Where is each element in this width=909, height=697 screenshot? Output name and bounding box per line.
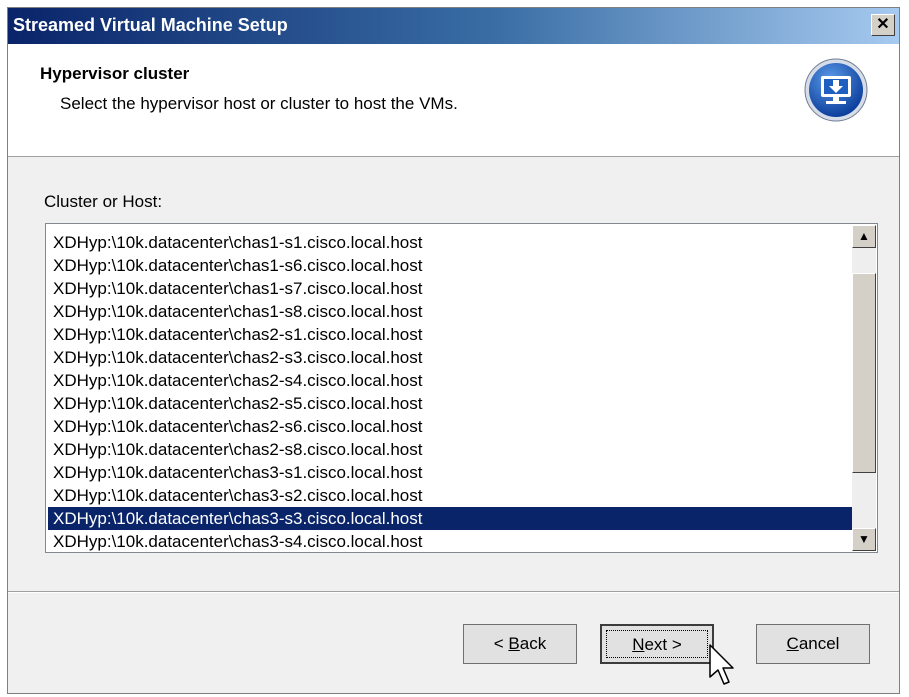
cancel-button[interactable]: Cancel — [756, 624, 870, 664]
back-button[interactable]: < Back — [463, 624, 577, 664]
list-item[interactable]: XDHyp:\10k.datacenter\chas2-s3.cisco.loc… — [48, 346, 852, 369]
close-button[interactable]: ✕ — [871, 14, 895, 36]
list-item[interactable]: XDHyp:\10k.datacenter\chas2-s4.cisco.loc… — [48, 369, 852, 392]
window-title: Streamed Virtual Machine Setup — [13, 15, 288, 35]
arrow-down-icon: ▼ — [858, 532, 870, 546]
vertical-scrollbar[interactable]: ▲ ▼ — [852, 225, 876, 551]
close-icon: ✕ — [876, 16, 890, 33]
wizard-header: Hypervisor cluster Select the hypervisor… — [8, 44, 899, 157]
mouse-pointer-icon — [709, 644, 734, 685]
cluster-host-listbox[interactable]: XDHyp:\10k.datacenter\chas1-s1.cisco.loc… — [45, 223, 878, 553]
setup-dialog: Streamed Virtual Machine Setup ✕ Hypervi… — [7, 7, 900, 694]
scroll-up-button[interactable]: ▲ — [852, 225, 876, 248]
cluster-host-label: Cluster or Host: — [44, 192, 163, 211]
list-item[interactable]: XDHyp:\10k.datacenter\chas1-s7.cisco.loc… — [48, 277, 852, 300]
list-item[interactable]: XDHyp:\10k.datacenter\chas3-s2.cisco.loc… — [48, 484, 852, 507]
back-prefix: < — [493, 634, 509, 653]
cancel-label: ancel — [798, 634, 840, 653]
list-item[interactable]: XDHyp:\10k.datacenter\chas1-s8.cisco.loc… — [48, 300, 852, 323]
footer-divider — [8, 591, 899, 593]
list-item[interactable]: XDHyp:\10k.datacenter\chas1-s1.cisco.loc… — [48, 231, 852, 254]
list-item[interactable]: XDHyp:\10k.datacenter\chas1-s6.cisco.loc… — [48, 254, 852, 277]
scroll-down-button[interactable]: ▼ — [852, 528, 876, 551]
list-item[interactable]: XDHyp:\10k.datacenter\chas2-s5.cisco.loc… — [48, 392, 852, 415]
cancel-mnemonic: C — [786, 634, 799, 653]
title-bar[interactable]: Streamed Virtual Machine Setup ✕ — [8, 8, 899, 44]
list-item[interactable]: XDHyp:\10k.datacenter\chas2-s1.cisco.loc… — [48, 323, 852, 346]
back-mnemonic: B — [508, 634, 520, 653]
page-title: Hypervisor cluster — [40, 64, 190, 83]
next-button[interactable]: Next > — [600, 624, 714, 664]
list-item[interactable]: XDHyp:\10k.datacenter\chas2-s8.cisco.loc… — [48, 438, 852, 461]
list-item[interactable]: XDHyp:\10k.datacenter\chas3-s4.cisco.loc… — [48, 530, 852, 552]
arrow-up-icon: ▲ — [858, 229, 870, 243]
list-item[interactable]: XDHyp:\10k.datacenter\chas3-s1.cisco.loc… — [48, 461, 852, 484]
download-monitor-icon — [804, 58, 868, 122]
scroll-thumb[interactable] — [852, 273, 876, 473]
list-item[interactable]: XDHyp:\10k.datacenter\chas2-s6.cisco.loc… — [48, 415, 852, 438]
page-subtitle: Select the hypervisor host or cluster to… — [60, 94, 458, 113]
back-label: ack — [519, 634, 547, 653]
focus-rect — [606, 630, 708, 658]
list-item-selected[interactable]: XDHyp:\10k.datacenter\chas3-s3.cisco.loc… — [48, 507, 852, 530]
